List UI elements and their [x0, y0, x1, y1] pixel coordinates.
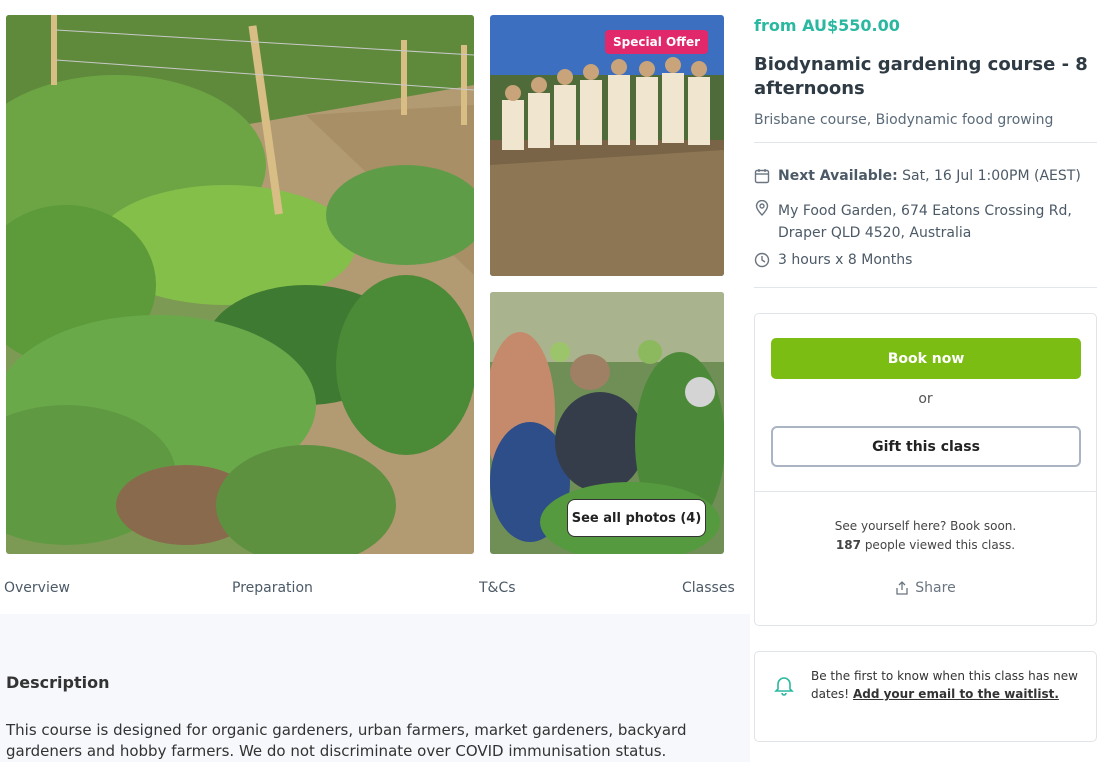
see-yourself-text: See yourself here? Book soon.	[834, 519, 1017, 533]
book-now-button[interactable]: Book now	[771, 338, 1081, 379]
waitlist-notice: Be the first to know when this class has…	[754, 651, 1097, 742]
viewed-suffix: people viewed this class.	[864, 538, 1016, 552]
tab-tcs[interactable]: T&Cs	[479, 580, 516, 596]
special-offer-badge: Special Offer	[605, 30, 708, 54]
group-image	[490, 15, 724, 276]
share-label: Share	[915, 580, 956, 596]
location-pin-icon	[754, 199, 778, 244]
tab-overview[interactable]: Overview	[4, 580, 70, 596]
gift-class-button[interactable]: Gift this class	[771, 426, 1081, 467]
course-categories: Brisbane course, Biodynamic food growing	[754, 112, 1054, 128]
course-title: Biodynamic gardening course - 8 afternoo…	[754, 54, 1088, 99]
social-proof-text: See yourself here? Book soon. 187 people…	[755, 517, 1096, 555]
bell-icon	[774, 677, 794, 696]
group-photo[interactable]: Special Offer	[490, 15, 724, 276]
section-tabs: Overview Preparation T&Cs Classes	[0, 580, 750, 602]
waitlist-text: Be the first to know when this class has…	[811, 667, 1081, 703]
duration-text: 3 hours x 8 Months	[778, 252, 913, 268]
tab-preparation[interactable]: Preparation	[232, 580, 313, 596]
main-photo[interactable]	[6, 15, 474, 554]
divider	[754, 142, 1097, 143]
booking-card: Book now or Gift this class See yourself…	[754, 313, 1097, 626]
clock-icon	[754, 252, 778, 272]
description-heading: Description	[6, 673, 110, 692]
price: from AU$550.00	[754, 16, 900, 35]
garden-image	[6, 15, 474, 554]
divider	[754, 287, 1097, 288]
next-available-value: Sat, 16 Jul 1:00PM (AEST)	[902, 168, 1081, 184]
plants-photo[interactable]: See all photos (4)	[490, 292, 724, 554]
location-text: My Food Garden, 674 Eatons Crossing Rd, …	[778, 203, 1072, 241]
viewed-count: 187	[835, 538, 861, 552]
share-icon	[896, 581, 908, 595]
see-all-photos-button[interactable]: See all photos (4)	[567, 499, 706, 537]
or-label: or	[918, 391, 933, 407]
tab-classes[interactable]: Classes	[682, 580, 735, 596]
share-button[interactable]: Share	[755, 580, 1096, 596]
card-divider	[755, 491, 1096, 492]
next-available-label: Next Available:	[778, 168, 898, 184]
next-available-row: Next Available: Sat, 16 Jul 1:00PM (AEST…	[754, 168, 1081, 188]
duration-row: 3 hours x 8 Months	[754, 252, 912, 272]
description-text: This course is designed for organic gard…	[6, 721, 687, 760]
location-row: My Food Garden, 674 Eatons Crossing Rd, …	[754, 199, 1099, 244]
calendar-icon	[754, 168, 778, 188]
waitlist-link[interactable]: Add your email to the waitlist.	[853, 687, 1059, 701]
